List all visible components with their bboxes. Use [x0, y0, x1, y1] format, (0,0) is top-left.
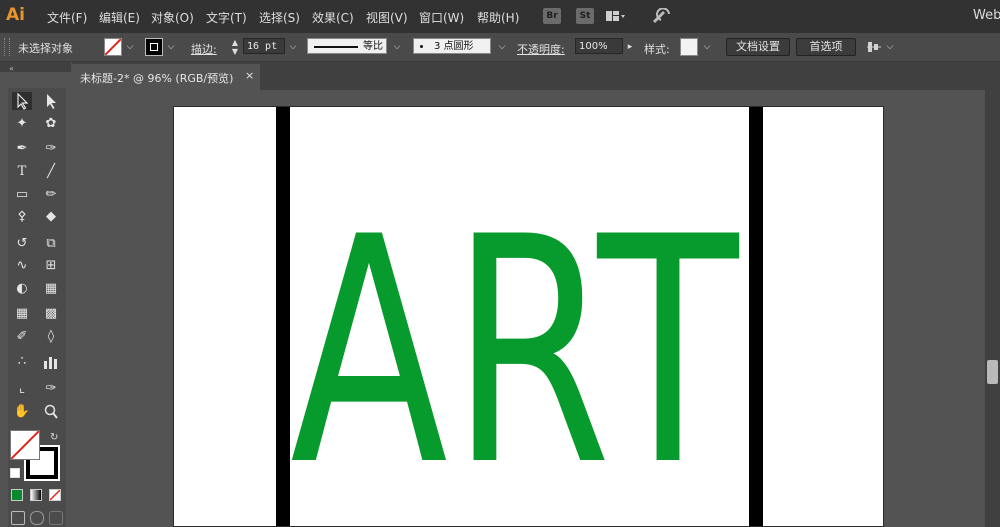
profile-dropdown-icon[interactable]: ⌵ [391, 40, 403, 54]
opacity-label[interactable]: 不透明度: [517, 41, 565, 57]
stroke-label[interactable]: 描边: [191, 41, 217, 57]
color-mode-icon[interactable] [11, 489, 23, 501]
menu-window[interactable]: 窗口(W) [419, 9, 464, 26]
artboard-icon[interactable]: ⌞ [12, 380, 32, 398]
workspace-switcher[interactable]: Web [973, 8, 1000, 23]
opacity-arrow-icon[interactable]: ▸ [624, 40, 636, 54]
document-setup-button[interactable]: 文档设置 [726, 38, 790, 56]
menu-select[interactable]: 选择(S) [259, 9, 300, 26]
stroke-weight-input[interactable]: 16 pt [243, 38, 285, 54]
draw-normal-icon[interactable] [11, 511, 25, 525]
hand-icon[interactable]: ✋ [12, 403, 32, 421]
brush-label: 3 点圆形 [434, 41, 474, 52]
fill-swatch[interactable] [104, 38, 122, 56]
line-icon[interactable]: ╱ [41, 163, 61, 181]
menu-object[interactable]: 对象(O) [151, 9, 194, 26]
scrollbar-thumb[interactable] [987, 360, 998, 384]
graphic-style-swatch[interactable] [680, 38, 698, 56]
stroke-weight-stepper-icon[interactable]: ▲ ▼ [230, 38, 240, 56]
stroke-profile-label: 等比 [363, 41, 383, 52]
stroke-weight-dropdown-icon[interactable]: ⌵ [287, 40, 299, 54]
gradient-icon[interactable]: ▩ [41, 305, 61, 323]
fill-color-box[interactable] [10, 430, 40, 460]
graphic-style-dropdown-icon[interactable]: ⌵ [701, 40, 713, 54]
paintbrush-icon[interactable]: ✏ [41, 186, 61, 204]
pen-icon[interactable]: ✒ [12, 140, 32, 158]
curvature-icon[interactable]: ✑ [41, 140, 61, 158]
vertical-scrollbar[interactable] [985, 90, 1000, 527]
lasso-icon[interactable]: ✿ [41, 115, 61, 133]
none-mode-icon[interactable] [49, 489, 61, 501]
document-tab-title[interactable]: 未标题-2* @ 96% (RGB/预览) [80, 70, 233, 86]
default-colors-icon[interactable] [10, 468, 20, 478]
eyedropper-icon[interactable]: ✐ [12, 328, 32, 346]
menu-file[interactable]: 文件(F) [47, 9, 87, 26]
draw-inside-icon[interactable] [49, 511, 63, 525]
variable-width-profile[interactable]: 等比 [307, 38, 387, 54]
arrange-documents-icon[interactable] [606, 9, 626, 23]
bridge-button[interactable]: Br [543, 8, 561, 24]
app-logo: Ai [6, 5, 25, 25]
artwork-text[interactable]: ART [290, 196, 741, 508]
zoom-icon[interactable] [41, 403, 61, 421]
slice-icon[interactable]: ✑ [41, 380, 61, 398]
shape-builder-icon[interactable]: ◐ [12, 280, 32, 298]
blend-icon[interactable]: ◊ [41, 328, 61, 346]
selection-status: 未选择对象 [18, 42, 73, 55]
rectangle-icon[interactable]: ▭ [12, 186, 32, 204]
direct-selection-icon[interactable] [41, 92, 61, 110]
stock-button[interactable]: St [576, 8, 594, 24]
black-stroke-left[interactable] [276, 107, 290, 526]
menu-help[interactable]: 帮助(H) [477, 9, 519, 26]
menu-type[interactable]: 文字(T) [206, 9, 247, 26]
shaper-icon[interactable]: ⚴ [12, 208, 32, 226]
type-icon[interactable]: T [12, 163, 32, 181]
draw-behind-icon[interactable] [30, 511, 44, 525]
column-graph-icon[interactable] [41, 353, 61, 371]
close-icon[interactable]: × [245, 69, 254, 82]
selection-icon[interactable] [12, 92, 32, 110]
style-label: 样式: [644, 43, 670, 56]
menu-effect[interactable]: 效果(C) [312, 9, 354, 26]
black-stroke-right[interactable] [749, 107, 763, 526]
width-icon[interactable]: ∿ [12, 257, 32, 275]
preferences-button[interactable]: 首选项 [796, 38, 856, 56]
free-transform-icon[interactable]: ⊞ [41, 257, 61, 275]
stroke-swatch[interactable] [145, 38, 163, 56]
magic-wand-icon[interactable]: ✦ [12, 115, 32, 133]
eraser-icon[interactable]: ◆ [41, 208, 61, 226]
gradient-mode-icon[interactable] [30, 489, 42, 501]
stroke-dropdown-icon[interactable]: ⌵ [165, 40, 177, 54]
brush-dropdown-icon[interactable]: ⌵ [496, 40, 508, 54]
swap-colors-icon[interactable]: ↻ [50, 432, 58, 443]
scale-icon[interactable]: ⧉ [41, 235, 61, 253]
rotate-icon[interactable]: ↺ [12, 235, 32, 253]
menu-edit[interactable]: 编辑(E) [99, 9, 140, 26]
control-bar-grip[interactable] [4, 38, 10, 56]
opacity-input[interactable]: 100% [575, 38, 623, 54]
align-dropdown-icon[interactable]: ⌵ [884, 40, 896, 54]
symbol-sprayer-icon[interactable]: ∴ [12, 353, 32, 371]
align-icon[interactable] [866, 39, 882, 55]
menu-view[interactable]: 视图(V) [366, 9, 408, 26]
gpu-performance-icon[interactable] [651, 7, 673, 24]
clip-region: ART [290, 107, 749, 526]
brush-definition[interactable]: 3 点圆形 [413, 38, 491, 54]
collapse-panel-icon[interactable]: « [9, 64, 14, 73]
fill-dropdown-icon[interactable]: ⌵ [124, 40, 136, 54]
mesh-icon[interactable]: ▦ [12, 305, 32, 323]
perspective-icon[interactable]: ▦ [41, 280, 61, 298]
artboard[interactable]: ART [173, 106, 884, 527]
